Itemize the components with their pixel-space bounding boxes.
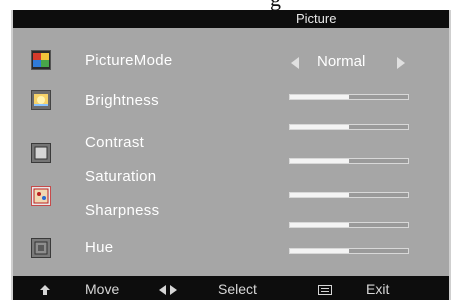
saturation-slider[interactable] — [289, 158, 409, 164]
label-sharpness[interactable]: Sharpness — [85, 202, 159, 219]
osd-picture-menu: Picture PictureMode Brightness Contrast … — [11, 10, 451, 300]
contrast-slider-fill — [290, 125, 349, 129]
saturation-slider-fill — [290, 159, 349, 163]
osd-footer: Move Select Exit — [13, 276, 449, 300]
hue-slider-fill — [290, 223, 349, 227]
picture-mode-value[interactable]: Normal — [317, 53, 365, 70]
select-arrows-icon — [159, 285, 177, 295]
osd-header: Picture — [13, 10, 449, 28]
label-picture-mode[interactable]: PictureMode — [85, 52, 173, 69]
mode-prev-arrow-icon[interactable] — [291, 57, 299, 69]
brightness-icon — [31, 90, 51, 110]
contrast-icon — [31, 143, 51, 163]
extra-slider[interactable] — [289, 248, 409, 254]
saturation-icon — [31, 186, 51, 206]
label-hue[interactable]: Hue — [85, 239, 113, 256]
contrast-slider[interactable] — [289, 124, 409, 130]
footer-select-label: Select — [218, 281, 257, 297]
brightness-slider[interactable] — [289, 94, 409, 100]
sharpness-slider-fill — [290, 193, 349, 197]
hue-icon — [31, 238, 51, 258]
hue-slider[interactable] — [289, 222, 409, 228]
footer-exit-label: Exit — [366, 281, 390, 297]
footer-move-label: Move — [85, 281, 120, 297]
label-brightness[interactable]: Brightness — [85, 92, 159, 109]
brightness-slider-fill — [290, 95, 349, 99]
label-saturation[interactable]: Saturation — [85, 168, 156, 185]
extra-slider-fill — [290, 249, 349, 253]
palette-icon — [31, 50, 51, 70]
label-contrast[interactable]: Contrast — [85, 134, 144, 151]
move-arrows-icon — [40, 285, 50, 295]
mode-next-arrow-icon[interactable] — [397, 57, 405, 69]
sharpness-slider[interactable] — [289, 192, 409, 198]
menu-icon — [318, 285, 332, 295]
menu-title: Picture — [296, 11, 337, 26]
